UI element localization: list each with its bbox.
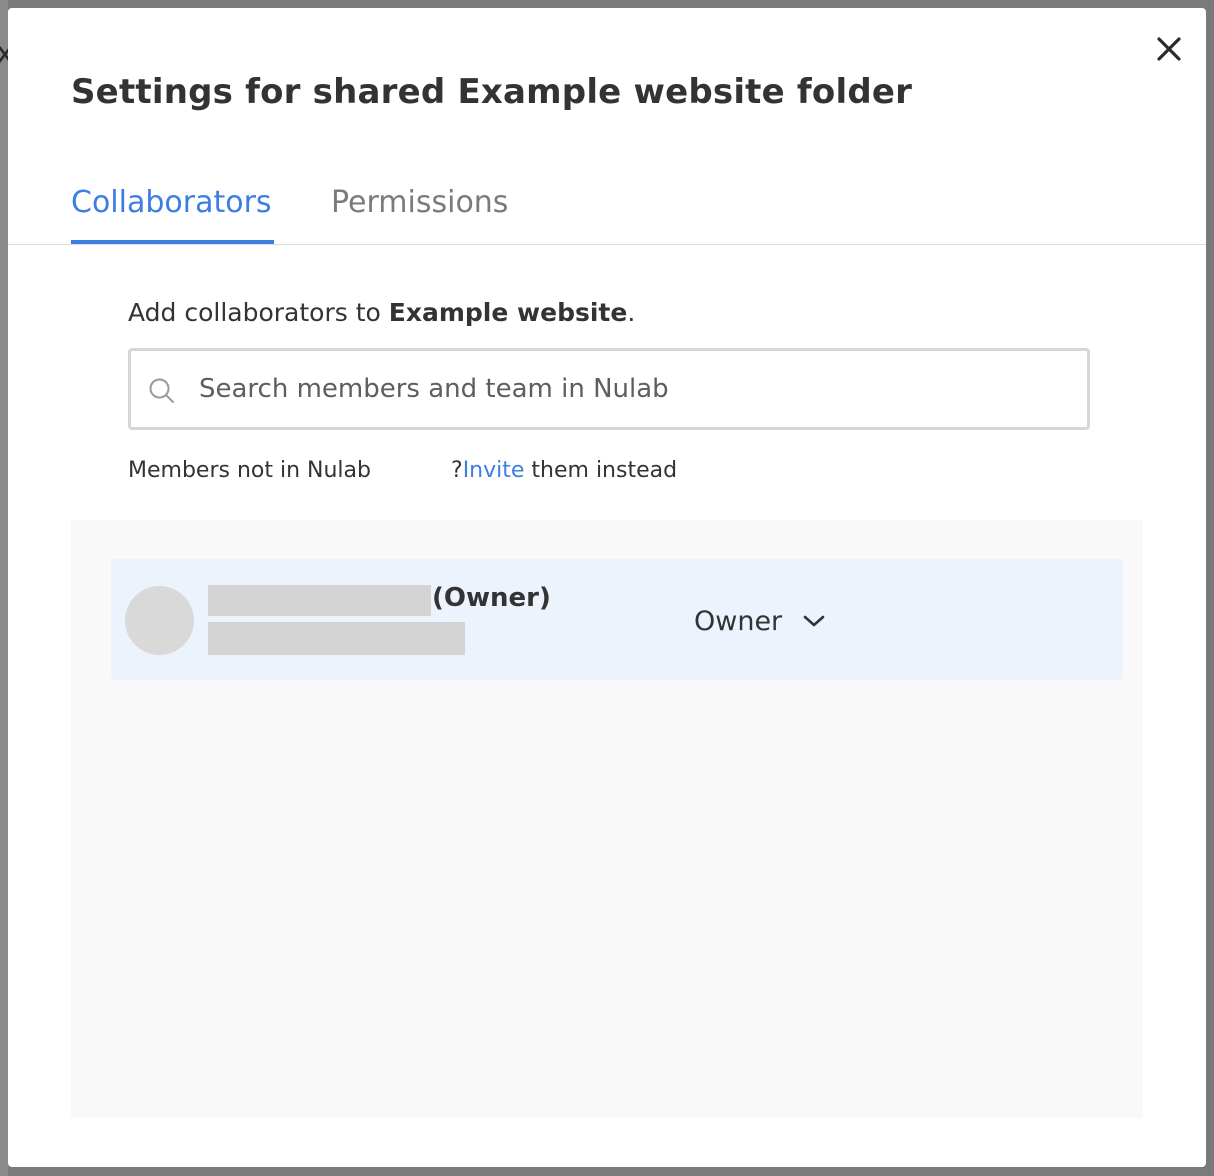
avatar — [125, 586, 194, 655]
search-input[interactable] — [199, 351, 1069, 427]
search-icon — [147, 376, 177, 410]
member-name-redacted — [208, 585, 431, 616]
list-item: (Owner) Owner — [111, 559, 1123, 680]
member-email-redacted — [208, 622, 465, 655]
dialog-title: Settings for shared Example website fold… — [71, 72, 913, 112]
members-not-in-nulab-text: Members not in Nulab — [128, 458, 371, 483]
add-prefix: Add collaborators to — [128, 298, 389, 327]
collaborator-list: (Owner) Owner — [71, 520, 1143, 1118]
search-box[interactable] — [128, 348, 1090, 430]
folder-name: Example website — [388, 298, 628, 327]
add-suffix: . — [627, 298, 636, 327]
settings-dialog: Settings for shared Example website fold… — [8, 8, 1206, 1167]
close-button[interactable] — [1154, 34, 1184, 64]
invite-link[interactable]: Invite — [463, 458, 525, 483]
chevron-down-icon — [803, 615, 825, 627]
invite-text: ?Invite them instead — [451, 458, 677, 483]
invite-prefix: ? — [451, 458, 463, 483]
tab-bar: Collaborators Permissions — [8, 180, 1206, 245]
tab-permissions[interactable]: Permissions — [331, 180, 508, 244]
role-dropdown[interactable]: Owner — [694, 601, 826, 641]
role-label: Owner — [694, 605, 783, 637]
owner-tag: (Owner) — [432, 583, 551, 613]
invite-suffix: them instead — [524, 458, 678, 483]
close-icon — [1157, 37, 1181, 61]
backdrop: x — [0, 0, 14, 1176]
add-collaborators-text: Add collaborators to Example website. — [128, 298, 635, 327]
tab-collaborators[interactable]: Collaborators — [71, 180, 274, 244]
